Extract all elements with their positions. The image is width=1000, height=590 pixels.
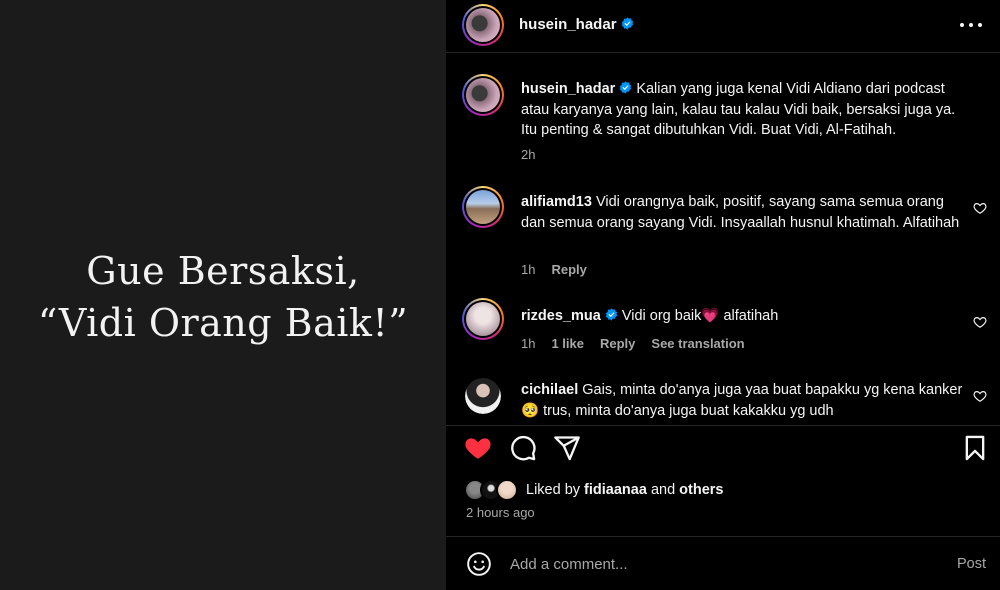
verified-badge-icon xyxy=(621,17,633,30)
emoji-icon[interactable] xyxy=(466,551,492,577)
comment-item: cichilael Gais, minta do'anya juga yaa b… xyxy=(446,374,1000,424)
add-comment-input[interactable] xyxy=(510,552,910,576)
comment-text-block: cichilael Gais, minta do'anya juga yaa b… xyxy=(521,380,971,421)
header-username: husein_hadar xyxy=(519,16,617,33)
post-image: Gue Bersaksi, “Vidi Orang Baik!” xyxy=(0,0,446,590)
comment-text-block: alifiamd13 Vidi orangnya baik, positif, … xyxy=(521,192,971,233)
liked-by-user[interactable]: fidiaanaa xyxy=(584,482,647,498)
reply-button[interactable]: Reply xyxy=(600,336,635,351)
see-translation-button[interactable]: See translation xyxy=(651,336,744,351)
post-image-text: Gue Bersaksi, “Vidi Orang Baik!” xyxy=(38,245,408,349)
heart-outline-icon[interactable] xyxy=(973,315,987,329)
actions-divider xyxy=(446,425,1000,426)
comment-avatar[interactable] xyxy=(462,298,504,340)
comment-icon[interactable] xyxy=(509,434,537,462)
comment-text: Vidi org baik xyxy=(621,308,702,324)
add-comment-divider xyxy=(446,536,1000,537)
liked-by-text: Liked by fidiaanaa and others xyxy=(526,482,724,498)
caption-text-block: husein_hadar Kalian yang juga kenal Vidi… xyxy=(521,79,971,141)
liker-avatar xyxy=(496,479,518,501)
header-username-link[interactable]: husein_hadar xyxy=(519,16,634,33)
post-image-line-2: “Vidi Orang Baik!” xyxy=(37,301,409,345)
comment-meta: 1h Reply xyxy=(521,262,587,277)
add-comment-bar: Post xyxy=(446,538,1000,590)
comment-username[interactable]: cichilael xyxy=(521,382,578,398)
post-time-ago[interactable]: 2 hours ago xyxy=(466,505,535,520)
verified-badge-icon xyxy=(620,81,632,94)
caption-avatar[interactable] xyxy=(462,74,504,116)
liked-by-connector: and xyxy=(650,482,676,498)
liked-by-prefix: Liked by xyxy=(526,482,581,498)
verified-badge-icon xyxy=(605,308,617,321)
more-horizontal-icon[interactable] xyxy=(960,16,982,34)
liked-by-others[interactable]: others xyxy=(679,482,723,498)
comment-text-continued: trus, minta do'anya juga buat kakakku yg… xyxy=(543,402,834,419)
caption-time[interactable]: 2h xyxy=(521,147,535,162)
bookmark-icon[interactable] xyxy=(961,434,989,462)
liked-by-row[interactable]: Liked by fidiaanaa and others xyxy=(464,478,724,502)
comment-time[interactable]: 1h xyxy=(521,262,535,277)
action-bar xyxy=(446,430,1000,466)
share-icon[interactable] xyxy=(553,434,581,462)
header-avatar[interactable] xyxy=(462,4,504,46)
comment-username[interactable]: rizdes_mua xyxy=(521,308,601,324)
reply-button[interactable]: Reply xyxy=(551,262,586,277)
caption-meta: 2h xyxy=(521,147,535,162)
heart-outline-icon[interactable] xyxy=(973,389,987,403)
comment-avatar[interactable] xyxy=(465,378,501,414)
pink-heart-emoji: 💗 xyxy=(701,308,720,324)
post-header: husein_hadar xyxy=(446,0,1000,52)
comment-likes-count[interactable]: 1 like xyxy=(551,336,584,351)
heart-outline-icon[interactable] xyxy=(973,201,987,215)
comment-avatar[interactable] xyxy=(462,186,504,228)
comment-time[interactable]: 1h xyxy=(521,336,535,351)
pleading-face-emoji: 🥺 xyxy=(521,402,540,419)
comment-text: Gais, minta do'anya juga yaa buat bapakk… xyxy=(582,382,963,398)
comment-username[interactable]: alifiamd13 xyxy=(521,194,592,210)
comment-text-block: rizdes_mua Vidi org baik💗 alfatihah xyxy=(521,306,971,327)
caption-username[interactable]: husein_hadar xyxy=(521,81,615,97)
heart-filled-icon[interactable] xyxy=(464,434,492,462)
post-image-line-1: Gue Bersaksi, xyxy=(86,249,360,293)
post-comment-button[interactable]: Post xyxy=(957,556,986,572)
comment-text-continued: alfatihah xyxy=(723,308,779,324)
comment-meta: 1h 1 like Reply See translation xyxy=(521,336,745,351)
header-divider xyxy=(446,52,1000,53)
post-side-panel: husein_hadar husein_hadar Kalian yang ju… xyxy=(446,0,1000,590)
